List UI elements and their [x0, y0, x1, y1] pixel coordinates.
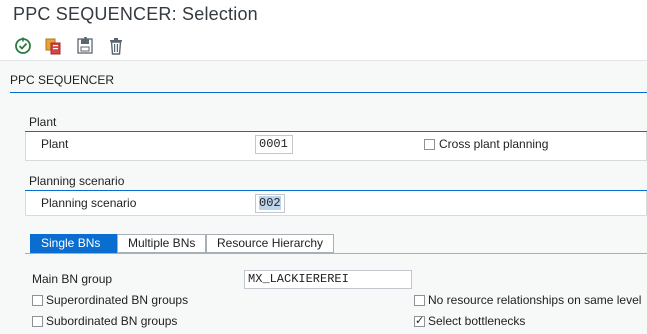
execute-button[interactable] — [13, 36, 33, 56]
no-resource-relationships-checkbox[interactable] — [414, 295, 425, 306]
window-title: PPC SEQUENCER: Selection — [13, 4, 258, 24]
cross-plant-checkbox[interactable] — [424, 139, 435, 150]
delete-icon — [110, 38, 122, 55]
planning-scenario-group: Planning scenario Planning scenario 002 — [25, 174, 647, 216]
plant-group: Plant Plant 0001 Cross plant planning — [25, 115, 647, 161]
plant-input[interactable]: 0001 — [255, 135, 293, 154]
plant-label: Plant — [41, 137, 69, 151]
section-title: PPC SEQUENCER — [10, 73, 115, 87]
superordinated-bn-groups-checkbox[interactable] — [32, 295, 43, 306]
plant-group-title: Plant — [29, 115, 57, 129]
save-variant-icon — [77, 37, 93, 54]
plant-group-body: Plant 0001 Cross plant planning — [25, 132, 647, 161]
toolbar — [0, 30, 647, 60]
section-divider — [10, 92, 647, 93]
planning-scenario-label: Planning scenario — [41, 196, 137, 210]
subordinated-bn-groups-label: Subordinated BN groups — [46, 314, 178, 328]
tab-resource-hierarchy[interactable]: Resource Hierarchy — [206, 234, 334, 253]
copy-variant-icon — [45, 38, 61, 55]
plant-value: 0001 — [259, 137, 288, 151]
planning-scenario-group-body: Planning scenario 002 — [25, 191, 647, 216]
selection-screen: PPC SEQUENCER Plant Plant 0001 Cross pla… — [0, 60, 647, 334]
select-bottlenecks-checkbox[interactable] — [414, 314, 425, 327]
superordinated-bn-groups-label: Superordinated BN groups — [46, 293, 189, 307]
save-variant-button[interactable] — [75, 36, 95, 56]
cross-plant-label: Cross plant planning — [439, 137, 549, 151]
planning-scenario-input[interactable]: 002 — [255, 194, 285, 213]
tab-multiple-bns[interactable]: Multiple BNs — [117, 234, 206, 253]
delete-button[interactable] — [106, 36, 126, 56]
subordinated-bn-groups-checkbox[interactable] — [32, 316, 43, 327]
no-resource-relationships-label: No resource relationships on same level — [428, 293, 642, 307]
select-bottlenecks-label: Select bottlenecks — [428, 314, 526, 328]
section-header: PPC SEQUENCER — [10, 73, 647, 93]
copy-variant-button[interactable] — [43, 36, 63, 56]
planning-scenario-group-title: Planning scenario — [29, 174, 125, 188]
main-bn-group-label: Main BN group — [32, 272, 113, 286]
tab-single-bns[interactable]: Single BNs — [30, 234, 117, 253]
single-bns-panel: Main BN group MX_LACKIEREREI Superordina… — [25, 253, 647, 334]
planning-scenario-value: 002 — [259, 196, 281, 210]
main-bn-group-value: MX_LACKIEREREI — [248, 272, 349, 286]
execute-icon — [15, 37, 31, 54]
main-bn-group-input[interactable]: MX_LACKIEREREI — [244, 270, 412, 289]
